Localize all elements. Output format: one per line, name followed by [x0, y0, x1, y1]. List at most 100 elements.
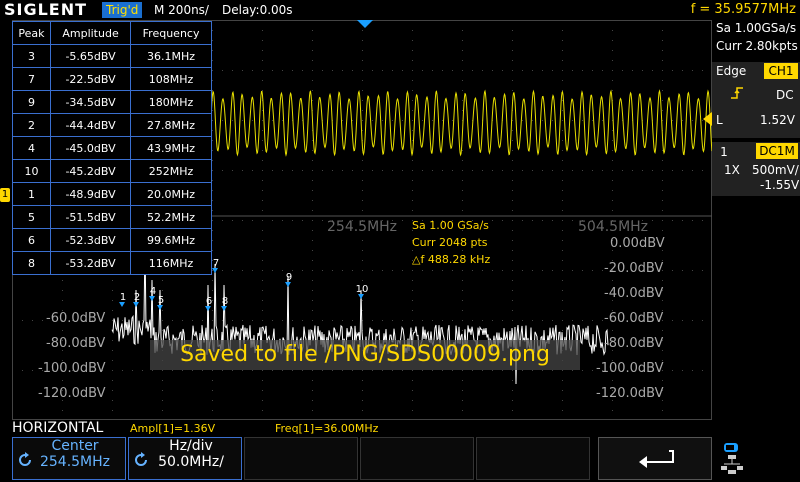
return-arrow-icon	[637, 448, 677, 474]
frequency-cell: 180MHz	[130, 90, 212, 114]
probe-attenuation: 1X	[724, 163, 740, 177]
rotary-knob-icon	[133, 452, 151, 470]
fft-y-label: -20.0dBV	[604, 261, 664, 276]
peak-cell: 9	[12, 90, 51, 114]
frequency-cell: 36.1MHz	[130, 44, 212, 68]
frequency-cell: 108MHz	[130, 67, 212, 91]
peak-cell: 10	[12, 159, 51, 183]
amplitude-cell: -5.65dBV	[49, 44, 132, 68]
amplitude-cell: -53.2dBV	[49, 251, 132, 275]
menu-title: HORIZONTAL	[12, 420, 104, 436]
memory-depth-readout: Curr 2.80kpts	[716, 39, 798, 53]
hz-div-value: 50.0MHz/	[158, 454, 224, 470]
network-icon[interactable]	[718, 440, 748, 478]
amplitude-cell: -45.2dBV	[49, 159, 132, 183]
peak-marker-label: 4	[150, 286, 156, 297]
ch1-ground-marker[interactable]: 1	[0, 188, 10, 202]
fft-sample-rate: Sa 1.00 GSa/s	[412, 219, 489, 232]
peak-cell: 3	[12, 44, 51, 68]
table-row: 2 -44.4dBV 27.8MHz	[12, 113, 212, 137]
amplitude-cell: -45.0dBV	[49, 136, 132, 160]
table-row: 5 -51.5dBV 52.2MHz	[12, 205, 212, 229]
frequency-cell: 20.0MHz	[130, 182, 212, 206]
table-row: 4 -45.0dBV 43.9MHz	[12, 136, 212, 160]
rotary-knob-icon	[17, 452, 35, 470]
fft-right-freq-label: 504.5MHz	[578, 219, 649, 235]
volts-per-div: 500mV/	[752, 163, 799, 177]
frequency-cell: 116MHz	[130, 251, 212, 275]
frequency-counter: f = 35.9577MHz	[690, 2, 796, 17]
table-row: 9 -34.5dBV 180MHz	[12, 90, 212, 114]
level-label: L	[716, 113, 723, 127]
rising-edge-icon	[730, 86, 744, 104]
amplitude-measurement: Ampl[1]=1.36V	[130, 422, 216, 435]
peak-marker-label: 6	[206, 296, 212, 307]
trigger-position-marker	[357, 20, 373, 28]
peak-marker-label: 10	[356, 284, 369, 295]
fft-y-label: -80.0dBV	[604, 336, 664, 351]
trigger-status-badge: Trig'd	[102, 2, 143, 18]
peak-marker-label: 2	[134, 292, 140, 303]
center-value: 254.5MHz	[39, 454, 111, 470]
peak-cell: 2	[12, 113, 51, 137]
empty-softkey[interactable]	[360, 437, 474, 480]
frequency-cell: 252MHz	[130, 159, 212, 183]
frequency-cell: 52.2MHz	[130, 205, 212, 229]
peak-marker-label: 5	[158, 295, 164, 306]
trigger-type: Edge	[716, 64, 747, 78]
col-peak: Peak	[12, 21, 51, 45]
peak-marker-label: 7	[213, 258, 219, 269]
sample-rate-readout: Sa 1.00GSa/s	[716, 21, 797, 35]
peak-cell: 4	[12, 136, 51, 160]
trigger-level-marker[interactable]	[703, 112, 712, 126]
fft-y-label: -60.0dBV	[604, 311, 664, 326]
peak-marker-label: 9	[286, 272, 292, 283]
fft-delta-f: △f 488.28 kHz	[412, 253, 491, 266]
channel-offset: -1.55V	[760, 178, 800, 192]
peak-table: Peak Amplitude Frequency 3 -5.65dBV 36.1MH…	[12, 21, 212, 275]
table-row: 8 -53.2dBV 116MHz	[12, 251, 212, 275]
delay-readout: Delay:0.00s	[222, 3, 293, 17]
amplitude-cell: -22.5dBV	[49, 67, 132, 91]
amplitude-cell: -51.5dBV	[49, 205, 132, 229]
table-row: 10 -45.2dBV 252MHz	[12, 159, 212, 183]
hz-div-title: Hz/div	[169, 438, 213, 454]
frequency-cell: 99.6MHz	[130, 228, 212, 252]
table-row: 7 -22.5dBV 108MHz	[12, 67, 212, 91]
table-row: 6 -52.3dBV 99.6MHz	[12, 228, 212, 252]
table-row: 1 -48.9dBV 20.0MHz	[12, 182, 212, 206]
amplitude-cell: -48.9dBV	[49, 182, 132, 206]
table-row: 3 -5.65dBV 36.1MHz	[12, 44, 212, 68]
saved-notification: Saved to file /PNG/SDS00009.png	[150, 340, 580, 370]
empty-softkey[interactable]	[476, 437, 590, 480]
channel-coupling-badge: DC1M	[756, 143, 798, 159]
brand-logo: SIGLENT	[4, 0, 88, 19]
trigger-coupling: DC	[776, 88, 794, 102]
empty-softkey[interactable]	[244, 437, 358, 480]
frequency-cell: 43.9MHz	[130, 136, 212, 160]
fft-y-label: 0.00dBV	[610, 236, 665, 251]
fft-points: Curr 2048 pts	[412, 236, 488, 249]
fft-y-label-left: -120.0dBV	[38, 386, 106, 401]
timebase-readout: M 200ns/	[154, 3, 209, 17]
peak-cell: 6	[12, 228, 51, 252]
fft-y-label: -40.0dBV	[604, 286, 664, 301]
center-softkey[interactable]: Center 254.5MHz	[12, 437, 126, 480]
fft-y-label-left: -100.0dBV	[38, 361, 106, 376]
channel-number: 1	[720, 145, 728, 159]
fft-y-label-left: -80.0dBV	[46, 336, 106, 351]
peak-cell: 5	[12, 205, 51, 229]
col-amplitude: Amplitude	[49, 21, 132, 45]
fft-y-label: -120.0dBV	[596, 386, 664, 401]
trigger-level: 1.52V	[760, 113, 795, 127]
fft-y-label-left: -60.0dBV	[46, 311, 106, 326]
back-button[interactable]	[598, 437, 712, 480]
peak-cell: 1	[12, 182, 51, 206]
hz-div-softkey[interactable]: Hz/div 50.0MHz/	[128, 437, 242, 480]
trigger-source-badge: CH1	[764, 63, 798, 79]
peak-cell: 8	[12, 251, 51, 275]
amplitude-cell: -34.5dBV	[49, 90, 132, 114]
peak-marker-label: 8	[222, 296, 228, 307]
peak-cell: 7	[12, 67, 51, 91]
fft-center-freq-label: 254.5MHz	[327, 219, 398, 235]
